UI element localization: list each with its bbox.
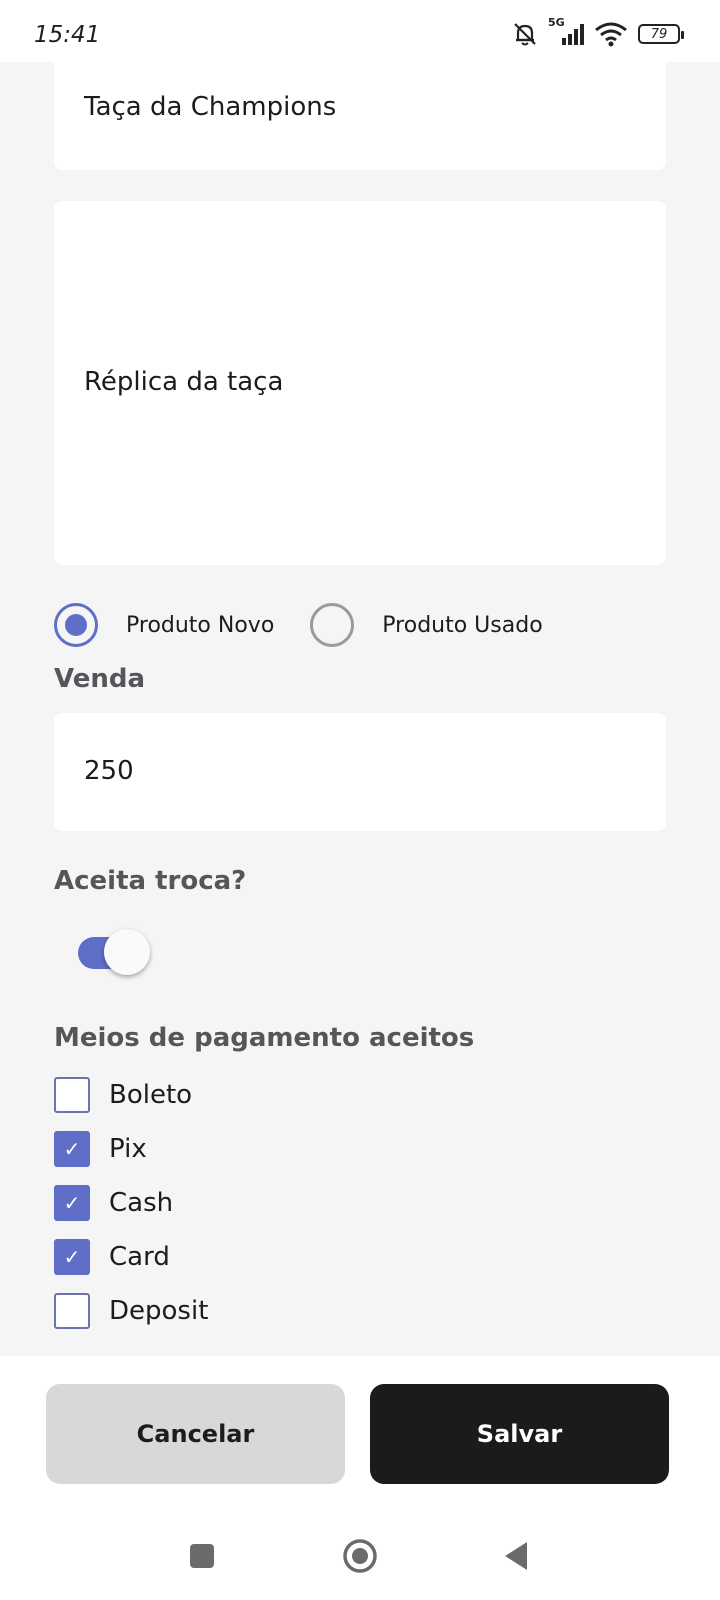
payment-option-boleto[interactable]: Boleto: [54, 1068, 208, 1122]
checkbox-label-card: Card: [109, 1242, 170, 1272]
toggle-thumb: [104, 929, 150, 975]
description-field-value: Réplica da taça: [84, 367, 284, 397]
checkbox-label-deposit: Deposit: [109, 1296, 209, 1326]
checkbox-card[interactable]: ✓: [54, 1239, 90, 1275]
recents-button[interactable]: [182, 1538, 222, 1578]
back-button[interactable]: [496, 1538, 536, 1578]
radio-button-new[interactable]: [54, 603, 98, 647]
radio-button-used[interactable]: [310, 603, 355, 647]
price-label: Venda: [54, 664, 145, 694]
wifi-icon: [594, 21, 628, 47]
check-icon: ✓: [63, 1191, 81, 1215]
description-field[interactable]: Réplica da taça: [54, 201, 666, 565]
signal-icon: 5G: [548, 16, 584, 46]
checkbox-cash[interactable]: ✓: [54, 1185, 90, 1221]
payment-methods-label: Meios de pagamento aceitos: [54, 1023, 475, 1053]
system-nav-bar: [0, 1500, 720, 1600]
checkbox-label-cash: Cash: [109, 1188, 174, 1218]
bell-muted-icon: [512, 21, 538, 47]
price-field-value: 250: [84, 756, 134, 786]
checkbox-label-boleto: Boleto: [109, 1080, 193, 1110]
payment-methods-list: Boleto ✓ Pix ✓ Cash ✓ Card Deposit: [54, 1068, 208, 1338]
cancel-button[interactable]: Cancelar: [46, 1384, 345, 1484]
home-icon: [342, 1538, 378, 1579]
check-icon: ✓: [63, 1245, 81, 1269]
battery-icon: 79: [638, 24, 684, 44]
back-icon: [503, 1541, 529, 1576]
trade-label: Aceita troca?: [54, 866, 247, 896]
payment-option-deposit[interactable]: Deposit: [54, 1284, 208, 1338]
battery-level: 79: [650, 26, 668, 42]
radio-label-new: Produto Novo: [126, 612, 275, 638]
check-icon: ✓: [63, 1137, 81, 1161]
form-content[interactable]: Taça da Champions Réplica da taça Produt…: [0, 62, 720, 1356]
checkbox-label-pix: Pix: [109, 1134, 147, 1164]
payment-option-cash[interactable]: ✓ Cash: [54, 1176, 208, 1230]
payment-option-pix[interactable]: ✓ Pix: [54, 1122, 208, 1176]
status-icons: 5G 79: [512, 16, 684, 48]
checkbox-pix[interactable]: ✓: [54, 1131, 90, 1167]
save-button[interactable]: Salvar: [370, 1384, 669, 1484]
home-button[interactable]: [340, 1538, 380, 1578]
payment-option-card[interactable]: ✓ Card: [54, 1230, 208, 1284]
status-bar: 15:41 5G 79: [0, 0, 720, 62]
radio-option-used[interactable]: Produto Usado: [310, 603, 543, 647]
network-type: 5G: [548, 16, 565, 29]
status-time: 15:41: [34, 22, 101, 48]
checkbox-deposit[interactable]: [54, 1293, 90, 1329]
title-field-value: Taça da Champions: [84, 92, 337, 122]
radio-option-new[interactable]: Produto Novo: [54, 603, 274, 647]
trade-toggle[interactable]: [78, 929, 150, 977]
title-field[interactable]: Taça da Champions: [54, 62, 666, 170]
checkbox-boleto[interactable]: [54, 1077, 90, 1113]
condition-radio-group: Produto Novo Produto Usado: [54, 602, 543, 648]
price-field[interactable]: 250: [54, 713, 666, 831]
recents-icon: [189, 1543, 215, 1574]
radio-label-used: Produto Usado: [382, 612, 543, 638]
